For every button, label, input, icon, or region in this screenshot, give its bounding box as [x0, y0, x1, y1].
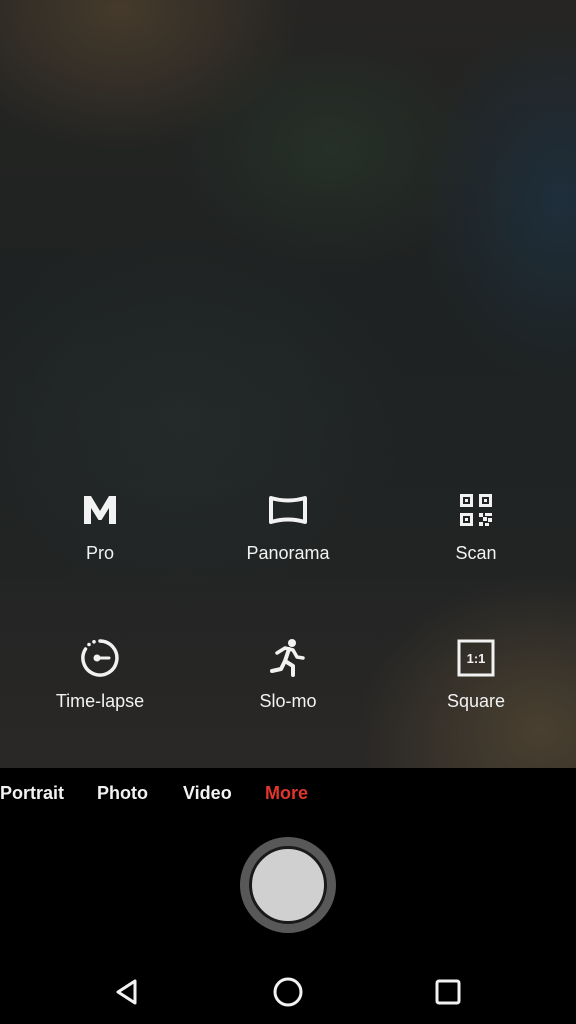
- camera-controls-panel: Portrait Photo Video More: [0, 768, 576, 1024]
- mode-time-lapse[interactable]: Time-lapse: [20, 628, 180, 738]
- square-ratio-text: 1:1: [467, 651, 486, 666]
- home-button[interactable]: [264, 968, 312, 1016]
- manual-m-icon: [80, 490, 120, 530]
- mode-label: Scan: [455, 543, 497, 563]
- back-triangle-icon: [116, 979, 137, 1005]
- mode-selector-bar: Portrait Photo Video More: [0, 768, 576, 820]
- timelapse-dial-icon: [80, 638, 120, 678]
- mode-square[interactable]: 1:1 Square: [396, 628, 556, 738]
- square-ratio-icon: 1:1: [456, 638, 496, 678]
- tab-portrait[interactable]: Portrait: [0, 783, 64, 804]
- mode-label: Slo-mo: [259, 691, 317, 711]
- back-button[interactable]: [104, 968, 152, 1016]
- mode-label: Panorama: [246, 543, 330, 563]
- tab-more[interactable]: More: [265, 783, 308, 804]
- mode-slo-mo[interactable]: Slo-mo: [208, 628, 368, 738]
- recents-button[interactable]: [424, 968, 472, 1016]
- panorama-icon: [268, 490, 308, 530]
- recents-square-icon: [435, 979, 461, 1005]
- running-person-icon: [268, 638, 308, 678]
- tab-photo[interactable]: Photo: [97, 783, 148, 804]
- mode-scan[interactable]: Scan: [396, 480, 556, 590]
- qr-code-icon: [456, 490, 496, 530]
- shutter-button[interactable]: [240, 837, 336, 933]
- shutter-inner: [249, 846, 327, 924]
- home-circle-icon: [273, 977, 303, 1007]
- mode-label: Pro: [85, 543, 114, 563]
- mode-pro[interactable]: Pro: [20, 480, 180, 590]
- system-navigation-bar: [0, 960, 576, 1024]
- mode-label: Square: [446, 691, 506, 711]
- camera-modes-grid: Pro Panorama Scan Time-lapse Slo-mo 1:1 …: [0, 480, 576, 770]
- mode-panorama[interactable]: Panorama: [208, 480, 368, 590]
- tab-video[interactable]: Video: [183, 783, 232, 804]
- camera-screen: Pro Panorama Scan Time-lapse Slo-mo 1:1 …: [0, 0, 576, 1024]
- mode-label: Time-lapse: [55, 691, 145, 711]
